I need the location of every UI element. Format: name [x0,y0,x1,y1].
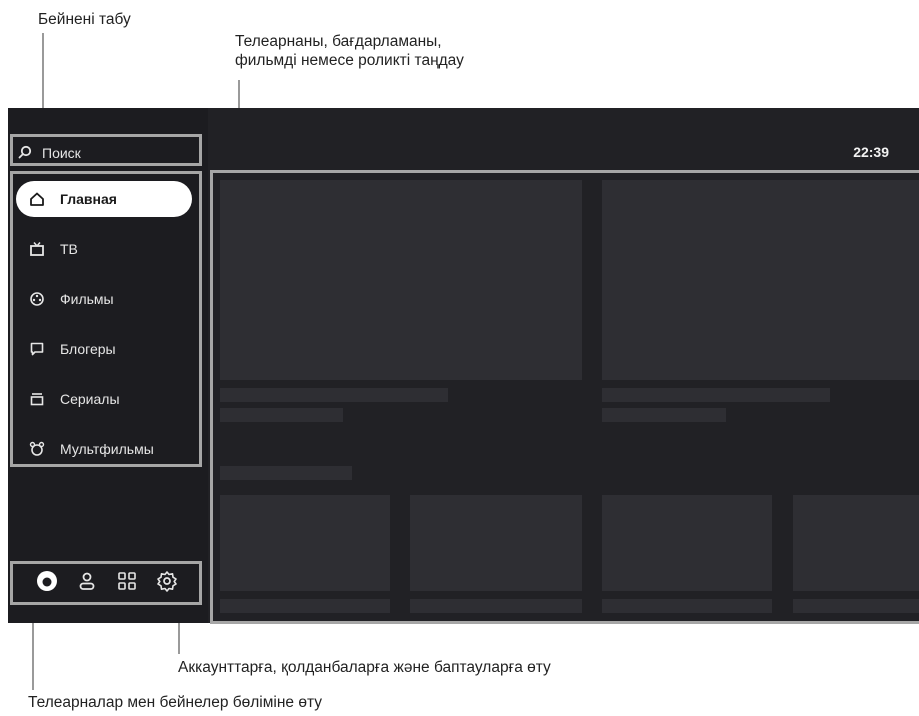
highlight-nav [10,171,202,467]
highlight-search [10,134,202,166]
annotation-channels-videos: Телеарналар мен бейнелер бөліміне өту [28,694,322,711]
annotation-choose-content-line1: Телеарнаны, бағдарламаны, [235,33,442,50]
annotation-choose-content-line2: фильмді немесе роликті таңдау [235,52,464,69]
annotation-video-search: Бейнені табу [38,11,131,28]
highlight-bottom-icons [10,561,202,605]
highlight-content [210,170,919,624]
clock: 22:39 [853,144,889,160]
annotation-accounts-apps-settings: Аккаунттарға, қолданбаларға және баптаул… [178,659,551,676]
